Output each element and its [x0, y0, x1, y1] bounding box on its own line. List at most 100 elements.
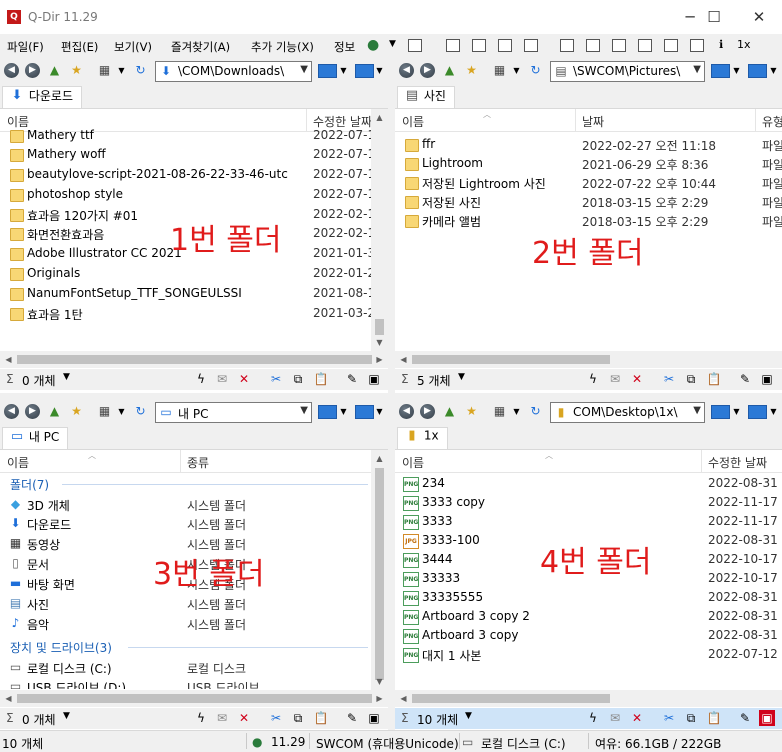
scroll-left-icon[interactable]: ◀ — [395, 351, 412, 368]
list-item[interactable]: PNG Artboard 3 copy 2022-08-31 — [395, 626, 782, 646]
layout-grid-icon[interactable] — [408, 39, 422, 52]
list-item[interactable]: 효과음 1탄 2021-03-2 — [0, 304, 375, 324]
cut-icon[interactable]: ✂ — [268, 710, 284, 726]
item-count[interactable]: 0 개체 — [22, 372, 56, 389]
view-mode-icon[interactable]: ▦ — [492, 404, 507, 419]
column-divider[interactable] — [575, 109, 576, 131]
properties-icon[interactable]: ▣ — [759, 371, 775, 387]
monitor-icon[interactable] — [711, 405, 730, 419]
chevron-down-icon[interactable]: ▼ — [389, 39, 396, 49]
horizontal-scrollbar[interactable]: ◀ — [395, 690, 782, 707]
scroll-up-icon[interactable]: ▲ — [371, 109, 388, 126]
scroll-thumb[interactable] — [412, 694, 610, 703]
paste-icon[interactable]: 📋 — [313, 371, 329, 387]
item-count[interactable]: 5 개체 — [417, 372, 451, 389]
refresh-icon[interactable]: ↻ — [528, 63, 543, 78]
list-item[interactable]: NanumFontSetup_TTF_SONGEULSSI 2021-08-1 — [0, 284, 375, 304]
scroll-thumb[interactable] — [375, 468, 384, 680]
list-item[interactable]: PNG 대지 1 사본 2022-07-12 — [395, 645, 782, 665]
mail-icon[interactable]: ✉ — [607, 710, 623, 726]
horizontal-splitter[interactable] — [0, 393, 782, 399]
paste-icon[interactable]: 📋 — [706, 371, 722, 387]
chevron-down-icon[interactable]: ▼ — [336, 63, 351, 78]
column-divider[interactable] — [701, 450, 702, 472]
list-item[interactable]: ▭ 로컬 디스크 (C:) 로컬 디스크 — [0, 658, 371, 678]
scroll-down-icon[interactable]: ▼ — [371, 334, 388, 351]
mail-icon[interactable]: ✉ — [607, 371, 623, 387]
properties-icon[interactable]: ▣ — [366, 710, 382, 726]
address-field[interactable]: ▭ 내 PC ▼ — [155, 402, 312, 423]
menu-file[interactable]: 파일(F) — [7, 39, 44, 55]
scroll-down-icon[interactable]: ▼ — [371, 673, 388, 690]
scroll-left-icon[interactable]: ◀ — [395, 690, 412, 707]
scroll-thumb[interactable] — [412, 355, 610, 364]
close-button[interactable]: ✕ — [736, 6, 782, 28]
scroll-thumb[interactable] — [17, 355, 372, 364]
list-item[interactable]: PNG 33335555 2022-08-31 — [395, 588, 782, 608]
cut-icon[interactable]: ✂ — [268, 371, 284, 387]
list-item[interactable]: ▭ USB 드라이브 (D:) USB 드라이브 — [0, 677, 371, 690]
properties-icon[interactable]: ▣ — [366, 371, 382, 387]
mail-icon[interactable]: ✉ — [214, 371, 230, 387]
paste-icon[interactable]: 📋 — [313, 710, 329, 726]
chevron-down-icon[interactable]: ▼ — [465, 711, 472, 721]
new-folder-icon[interactable]: ★ — [464, 63, 479, 78]
tab-pictures[interactable]: ▤ 사진 — [397, 86, 455, 108]
list-item[interactable]: ◆ 3D 개체 시스템 폴더 — [0, 495, 371, 515]
horizontal-scrollbar[interactable]: ◀ — [395, 351, 782, 368]
list-item[interactable]: Mathery ttf 2022-07-1 — [0, 126, 375, 146]
column-divider[interactable] — [755, 109, 756, 131]
chevron-down-icon[interactable]: ▼ — [693, 405, 701, 416]
tab-this-pc[interactable]: ▭ 내 PC — [2, 427, 69, 449]
chevron-down-icon[interactable]: ▼ — [729, 63, 744, 78]
zoom-label[interactable]: 1x — [737, 38, 751, 51]
layout-6-icon[interactable] — [560, 39, 574, 52]
edit-icon[interactable]: ✎ — [737, 710, 753, 726]
forward-icon[interactable]: ▶ — [420, 63, 435, 78]
view-mode-icon[interactable]: ▦ — [492, 63, 507, 78]
forward-icon[interactable]: ▶ — [420, 404, 435, 419]
scroll-left-icon[interactable]: ◀ — [0, 351, 17, 368]
paste-icon[interactable]: 📋 — [706, 710, 722, 726]
layout-9-icon[interactable] — [638, 39, 652, 52]
list-item[interactable]: photoshop style 2022-07-1 — [0, 185, 375, 205]
copy-icon[interactable]: ⧉ — [290, 710, 306, 726]
list-item[interactable]: ffr 2022-02-27 오전 11:18 파일 — [395, 135, 782, 155]
copy-icon[interactable]: ⧉ — [290, 371, 306, 387]
edit-icon[interactable]: ✎ — [737, 371, 753, 387]
menu-info[interactable]: 정보 — [334, 39, 355, 55]
new-folder-icon[interactable]: ★ — [69, 63, 84, 78]
chevron-down-icon[interactable]: ▼ — [63, 711, 70, 721]
address-field[interactable]: ▤ \SWCOM\Pictures\ ▼ — [550, 61, 705, 82]
column-name[interactable]: 이름 — [7, 454, 29, 471]
new-folder-icon[interactable]: ★ — [69, 404, 84, 419]
lightning-icon[interactable]: ϟ — [585, 710, 601, 726]
up-folder-icon[interactable]: ▲ — [47, 404, 62, 419]
chevron-down-icon[interactable]: ▼ — [766, 63, 781, 78]
group-header-drives[interactable]: 장치 및 드라이브(3) — [10, 639, 112, 656]
layout-10-icon[interactable] — [664, 39, 678, 52]
column-divider[interactable] — [180, 450, 181, 472]
chevron-down-icon[interactable]: ▼ — [372, 63, 387, 78]
list-item[interactable]: PNG 234 2022-08-31 — [395, 474, 782, 494]
forward-icon[interactable]: ▶ — [25, 404, 40, 419]
layout-4-icon[interactable] — [498, 39, 512, 52]
lightning-icon[interactable]: ϟ — [193, 371, 209, 387]
chevron-down-icon[interactable]: ▼ — [693, 64, 701, 75]
layout-11-icon[interactable] — [690, 39, 704, 52]
scroll-right-icon[interactable]: ▶ — [371, 351, 388, 368]
monitor-icon[interactable] — [318, 405, 337, 419]
properties-icon[interactable]: ▣ — [759, 710, 775, 726]
refresh-icon[interactable]: ↻ — [133, 404, 148, 419]
scroll-thumb[interactable] — [375, 319, 384, 335]
monitor-icon[interactable] — [748, 64, 767, 78]
menu-view[interactable]: 보기(V) — [114, 39, 152, 55]
copy-icon[interactable]: ⧉ — [683, 710, 699, 726]
forward-icon[interactable]: ▶ — [25, 63, 40, 78]
tab-downloads[interactable]: ⬇ 다운로드 — [2, 86, 82, 108]
chevron-down-icon[interactable]: ▼ — [458, 372, 465, 382]
column-type[interactable]: 유형 — [762, 113, 782, 130]
chevron-down-icon[interactable]: ▼ — [509, 404, 524, 419]
monitor-icon[interactable] — [748, 405, 767, 419]
delete-icon[interactable]: ✕ — [629, 710, 645, 726]
